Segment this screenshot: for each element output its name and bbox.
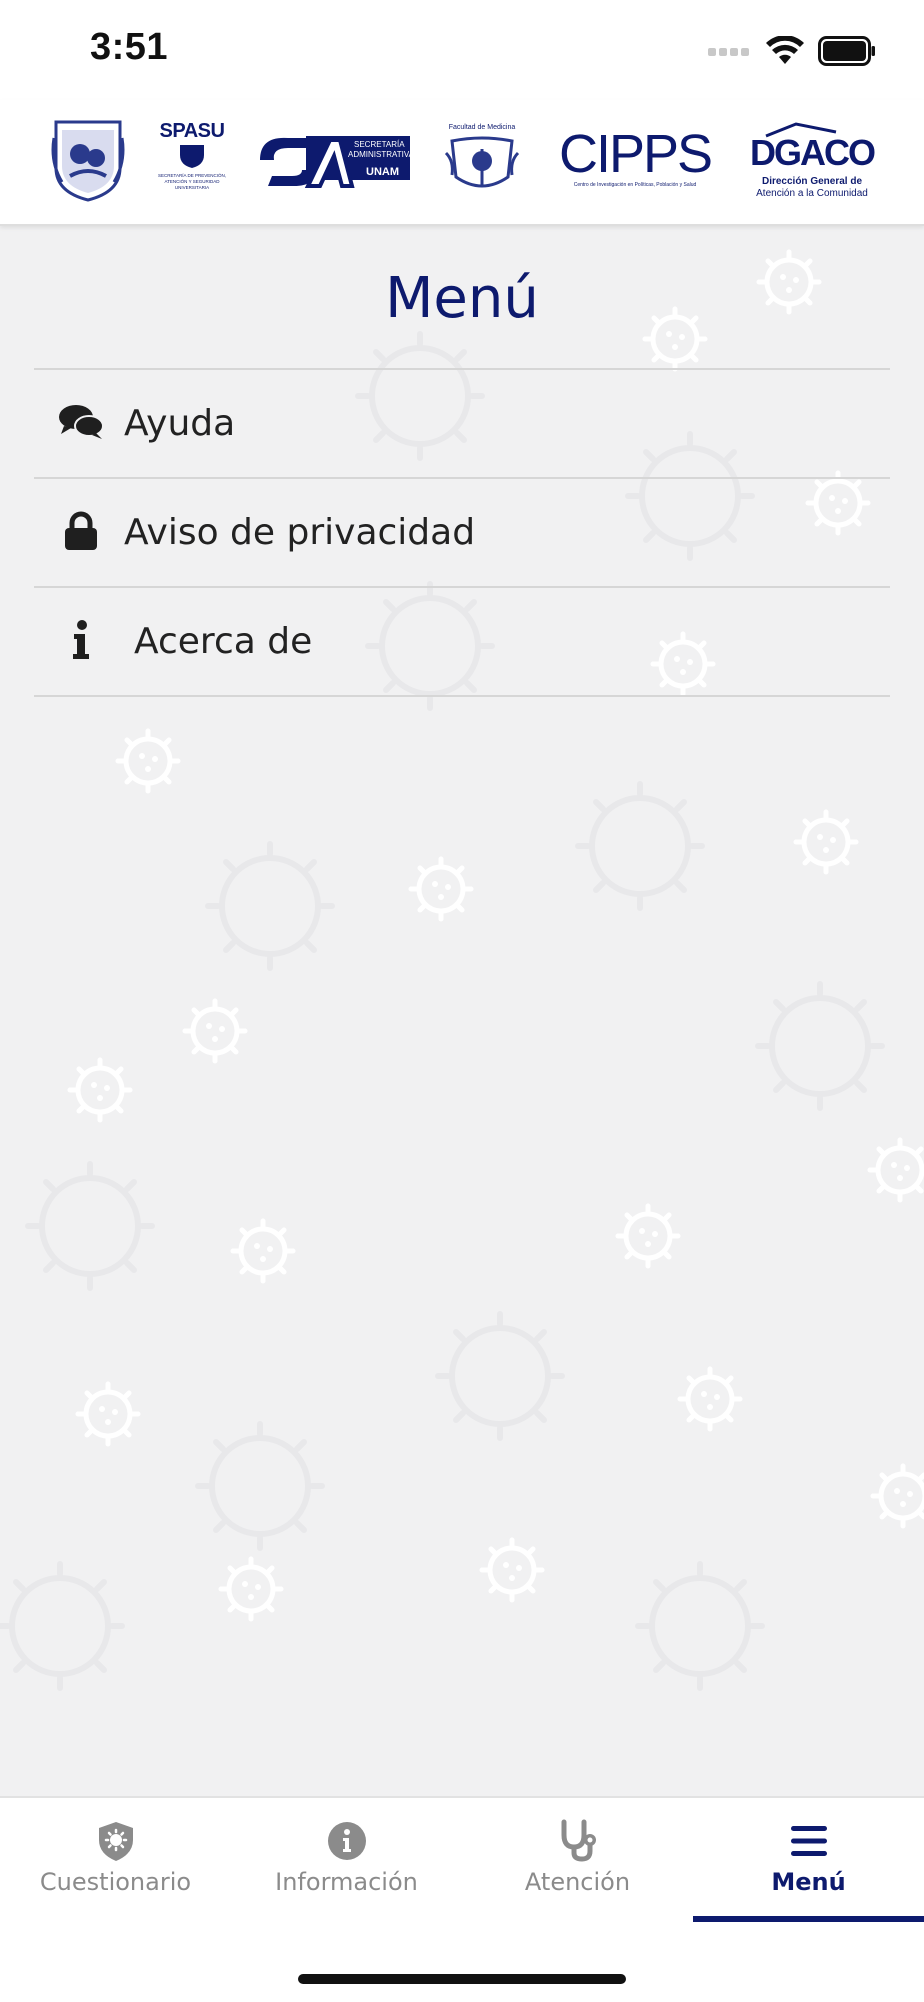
dgaco-logo-text: DGACO (750, 132, 876, 173)
lock-icon (56, 509, 106, 553)
sa-line1: SECRETARÍA (354, 140, 405, 149)
sa-line3: UNAM (366, 166, 399, 178)
shield-virus-icon (0, 1818, 231, 1864)
battery-icon (818, 36, 875, 66)
wifi-icon (766, 36, 804, 64)
menu-item-label: Ayuda (124, 403, 236, 444)
sa-line2: ADMINISTRATIVA (348, 150, 414, 159)
facultad-medicina-emblem (444, 136, 520, 188)
facultad-medicina-text: Facultad de Medicina (448, 124, 516, 131)
tab-menu[interactable]: Menú (693, 1798, 924, 1918)
cipps-logo-subtext: Centro de Investigación en Políticas, Po… (573, 182, 697, 188)
cellular-signal-icon (708, 48, 749, 56)
spasu-logo-subtext: SECRETARÍA DE PREVENCIÓN, ATENCIÓN Y SEG… (158, 173, 226, 190)
menu-item-acerca-de[interactable]: Acerca de (34, 588, 890, 697)
tab-atencion[interactable]: Atención (462, 1798, 693, 1918)
tab-label: Menú (771, 1868, 846, 1896)
secretaria-administrativa-logo: SECRETARÍA ADMINISTRATIVA UNAM (258, 130, 414, 190)
page-title: Menú (385, 266, 539, 331)
menu-item-label: Aviso de privacidad (124, 512, 476, 553)
status-bar: 3:51 (0, 0, 924, 100)
home-indicator (298, 1974, 626, 1984)
status-icons (708, 34, 876, 68)
unam-seal-logo (51, 120, 125, 202)
sa-monogram (260, 136, 410, 188)
menu-item-aviso-de-privacidad[interactable]: Aviso de privacidad (34, 479, 890, 588)
spasu-shield-icon (180, 145, 204, 168)
status-time: 3:51 (90, 26, 169, 68)
tab-informacion[interactable]: Información (231, 1798, 462, 1918)
chat-bubbles-icon (56, 400, 106, 444)
active-tab-indicator (693, 1916, 924, 1922)
tab-label: Cuestionario (39, 1868, 192, 1896)
dgaco-line1: Dirección General de (761, 176, 863, 187)
spasu-logo: SPASU SECRETARÍA DE PREVENCIÓN, ATENCIÓN… (154, 120, 230, 204)
spasu-logo-text: SPASU (159, 120, 225, 142)
tab-label: Información (275, 1868, 418, 1896)
dgaco-logo: DGACO Dirección General de Atención a la… (748, 122, 876, 202)
tab-label: Atención (524, 1868, 631, 1896)
stethoscope-icon (462, 1818, 693, 1864)
dgaco-line2: Atención a la Comunidad (756, 188, 868, 199)
bottom-tab-bar: Cuestionario Información Atención Menú (0, 1796, 924, 2002)
hamburger-icon (693, 1818, 924, 1864)
cipps-logo-text: CIPPS (558, 124, 713, 184)
facultad-medicina-logo: Facultad de Medicina (442, 124, 522, 200)
cipps-logo: CIPPS Centro de Investigación en Polític… (552, 126, 718, 196)
info-icon (56, 618, 106, 662)
institution-logos-bar: SPASU SECRETARÍA DE PREVENCIÓN, ATENCIÓN… (0, 100, 924, 226)
menu-list: Ayuda Aviso de privacidad Acerca de (34, 368, 890, 697)
tab-cuestionario[interactable]: Cuestionario (0, 1798, 231, 1918)
menu-item-label: Acerca de (134, 621, 313, 662)
menu-item-ayuda[interactable]: Ayuda (34, 370, 890, 479)
info-circle-icon (231, 1818, 462, 1864)
